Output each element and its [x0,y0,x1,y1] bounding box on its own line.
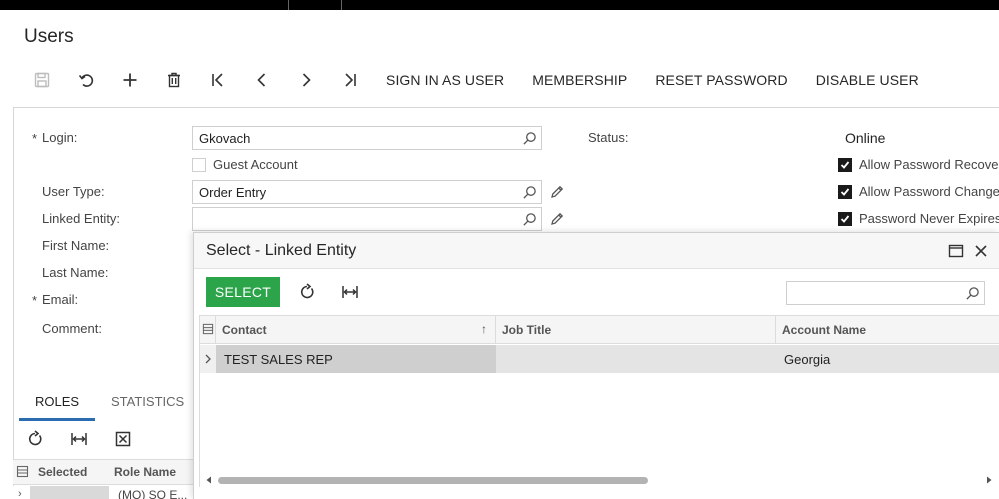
main-toolbar: SIGN IN AS USER MEMBERSHIP RESET PASSWOR… [20,66,933,94]
sort-ascending-icon: ↑ [481,322,487,336]
login-label: Login: [42,130,78,145]
first-name-label: First Name: [42,238,110,253]
delete-icon[interactable] [152,66,196,94]
last-record-icon[interactable] [328,66,372,94]
email-label: Email: [42,292,79,307]
disable-user-button[interactable]: DISABLE USER [816,72,919,88]
membership-button[interactable]: MEMBERSHIP [532,72,627,88]
column-settings-icon[interactable] [16,465,29,478]
column-header-role-name[interactable]: Role Name [114,465,176,479]
column-header-job-title[interactable]: Job Title [496,316,776,344]
export-excel-icon[interactable] [101,425,145,453]
user-type-value: Order Entry [199,185,267,200]
undo-icon[interactable] [64,66,108,94]
row-expand-icon[interactable]: › [18,488,22,499]
checkmark-icon [840,161,850,169]
reset-password-button[interactable]: RESET PASSWORD [655,72,787,88]
linked-entity-label: Linked Entity: [42,211,121,226]
column-settings-icon[interactable] [202,323,214,335]
edit-pencil-icon[interactable] [549,184,565,200]
row-expand-cell[interactable] [200,345,216,373]
search-icon[interactable] [965,286,980,301]
last-name-label: Last Name: [42,265,109,280]
scrollbar-thumb[interactable] [218,477,648,484]
table-row[interactable]: TEST SALES REP Georgia [200,345,999,373]
user-type-label: User Type: [42,184,105,199]
sign-in-as-user-button[interactable]: SIGN IN AS USER [386,72,504,88]
search-icon[interactable] [522,131,537,146]
tab-bar: ROLES STATISTICS [13,385,193,421]
grid-header: Contact ↑ Job Title Account Name [200,316,999,344]
column-header-account-name[interactable]: Account Name [776,316,999,344]
column-header-contact-label: Contact [222,323,267,337]
close-icon[interactable] [973,243,989,259]
contact-cell[interactable]: TEST SALES REP [216,345,496,373]
add-icon[interactable] [108,66,152,94]
job-title-cell[interactable] [496,345,776,373]
first-record-icon[interactable] [196,66,240,94]
roles-grid-header: Selected Role Name [13,459,193,485]
horizontal-scrollbar[interactable] [200,474,999,487]
allow-password-changes-label: Allow Password Change [859,184,999,199]
required-marker: * [32,293,38,308]
search-icon[interactable] [522,212,537,227]
chevron-right-icon[interactable] [203,353,213,365]
dialog-title: Select - Linked Entity [206,242,357,259]
user-type-input[interactable]: Order Entry [192,180,542,204]
tab-statistics[interactable]: STATISTICS [111,385,193,421]
login-input[interactable]: Gkovach [192,126,542,150]
save-icon[interactable] [20,66,64,94]
column-header-contact[interactable]: Contact ↑ [216,316,496,344]
column-header-selected[interactable]: Selected [38,465,87,479]
password-never-expires-label: Password Never Expires [859,211,999,226]
search-icon[interactable] [522,185,537,200]
select-button[interactable]: SELECT [206,277,280,307]
account-name-cell[interactable]: Georgia [776,345,999,373]
allow-password-changes-checkbox[interactable] [838,185,852,199]
required-marker: * [32,131,38,146]
row-selector [30,486,109,499]
guest-account-checkbox[interactable] [192,158,206,172]
allow-password-recovery-label: Allow Password Recove [859,157,999,172]
allow-password-recovery-checkbox[interactable] [838,158,852,172]
top-bar-divider [341,0,342,10]
roles-toolbar [13,425,193,453]
column-settings-cell [200,316,216,344]
tab-roles[interactable]: ROLES [19,385,95,421]
status-value: Online [845,130,886,146]
scroll-right-icon[interactable] [984,475,994,485]
login-value: Gkovach [199,131,251,146]
select-linked-entity-dialog: Select - Linked Entity SELECT Contact ↑ … [193,232,999,499]
next-record-icon[interactable] [284,66,328,94]
password-never-expires-checkbox[interactable] [838,212,852,226]
top-bar-divider [288,0,289,10]
refresh-icon[interactable] [13,425,57,453]
top-bar [0,0,999,10]
checkmark-icon [840,215,850,223]
linked-entity-input[interactable] [192,207,542,231]
role-name-cell: (MO) SO E... [118,488,188,499]
refresh-icon[interactable] [298,283,316,301]
scroll-left-icon[interactable] [204,475,214,485]
dialog-header: Select - Linked Entity [194,233,999,269]
comment-label: Comment: [42,321,102,336]
maximize-icon[interactable] [948,243,964,259]
previous-record-icon[interactable] [240,66,284,94]
fit-columns-icon[interactable] [341,283,359,301]
page-title: Users [24,26,74,47]
edit-pencil-icon[interactable] [549,211,565,227]
status-label: Status: [588,130,629,145]
guest-account-label: Guest Account [213,157,298,172]
table-row[interactable]: › (MO) SO E... [13,486,193,499]
dialog-search-input[interactable] [786,281,985,305]
fit-columns-icon[interactable] [57,425,101,453]
linked-entity-grid: Contact ↑ Job Title Account Name TEST SA… [199,315,999,487]
checkmark-icon [840,188,850,196]
